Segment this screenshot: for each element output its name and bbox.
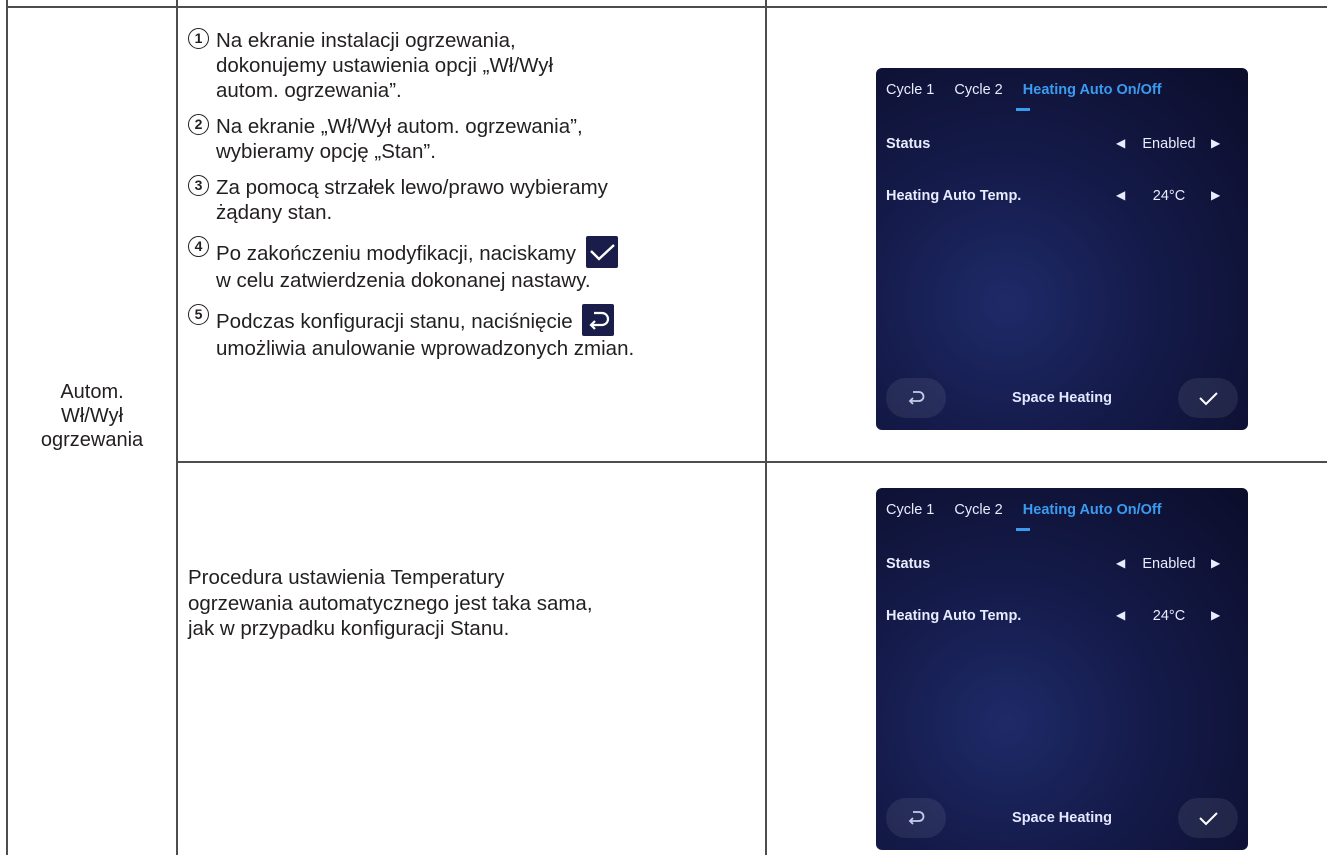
- table-divider-1: [176, 0, 178, 855]
- active-tab-indicator: [1016, 108, 1030, 111]
- status-row[interactable]: Status ◀ Enabled ▶: [886, 556, 1238, 576]
- screen-tabs: Cycle 1 Cycle 2 Heating Auto On/Off: [886, 82, 1178, 98]
- temp-value: 24°C: [1152, 188, 1186, 204]
- function-label: Autom. Wł/Wył ogrzewania: [40, 381, 144, 451]
- step-3: 3 Za pomocą strzałek lewo/prawo wybieram…: [188, 175, 768, 225]
- temp-row[interactable]: Heating Auto Temp. ◀ 24°C ▶: [886, 188, 1238, 208]
- status-value: Enabled: [1142, 136, 1196, 152]
- right-arrow-icon[interactable]: ▶: [1211, 136, 1220, 150]
- step-1: 1 Na ekranie instalacji ogrzewania, doko…: [188, 28, 768, 103]
- step-4: 4 Po zakończeniu modyfikacji, naciskamy …: [188, 236, 768, 293]
- left-arrow-icon[interactable]: ◀: [1116, 608, 1125, 622]
- step-number: 2: [188, 114, 209, 135]
- status-label: Status: [886, 136, 931, 152]
- left-arrow-icon[interactable]: ◀: [1116, 136, 1125, 150]
- temp-value: 24°C: [1152, 608, 1186, 624]
- temp-label: Heating Auto Temp.: [886, 188, 1022, 204]
- step-2: 2 Na ekranie „Wł/Wył autom. ogrzewania”,…: [188, 114, 768, 164]
- step-number: 1: [188, 28, 209, 49]
- tab-cycle-1[interactable]: Cycle 1: [886, 502, 934, 518]
- table-row-divider: [176, 461, 1327, 463]
- step-number: 3: [188, 175, 209, 196]
- steps-list: 1 Na ekranie instalacji ogrzewania, doko…: [188, 28, 768, 372]
- left-arrow-icon[interactable]: ◀: [1116, 188, 1125, 202]
- left-arrow-icon[interactable]: ◀: [1116, 556, 1125, 570]
- return-icon: [582, 304, 615, 336]
- status-value: Enabled: [1142, 556, 1196, 572]
- tab-heating-auto[interactable]: Heating Auto On/Off: [1023, 82, 1162, 98]
- temp-label: Heating Auto Temp.: [886, 608, 1022, 624]
- step-number: 4: [188, 236, 209, 257]
- device-screen-temperature: Cycle 1 Cycle 2 Heating Auto On/Off Stat…: [876, 488, 1248, 850]
- status-row[interactable]: Status ◀ Enabled ▶: [886, 136, 1238, 156]
- right-arrow-icon[interactable]: ▶: [1211, 188, 1220, 202]
- table-border-top: [6, 6, 1327, 8]
- step-number: 5: [188, 304, 209, 325]
- active-tab-indicator: [1016, 528, 1030, 531]
- temperature-note: Procedura ustawienia Temperatury ogrzewa…: [188, 566, 593, 640]
- status-label: Status: [886, 556, 931, 572]
- checkmark-icon: [1199, 812, 1218, 826]
- step-5: 5 Podczas konfiguracji stanu, naciśnięci…: [188, 304, 768, 361]
- checkmark-icon: [585, 236, 618, 268]
- tab-heating-auto[interactable]: Heating Auto On/Off: [1023, 502, 1162, 518]
- confirm-button[interactable]: [1178, 798, 1238, 838]
- temp-row[interactable]: Heating Auto Temp. ◀ 24°C ▶: [886, 608, 1238, 628]
- right-arrow-icon[interactable]: ▶: [1211, 556, 1220, 570]
- tab-cycle-2[interactable]: Cycle 2: [954, 82, 1002, 98]
- confirm-button[interactable]: [1178, 378, 1238, 418]
- screen-tabs: Cycle 1 Cycle 2 Heating Auto On/Off: [886, 502, 1178, 518]
- device-screen-status: Cycle 1 Cycle 2 Heating Auto On/Off Stat…: [876, 68, 1248, 430]
- tab-cycle-1[interactable]: Cycle 1: [886, 82, 934, 98]
- checkmark-icon: [1199, 392, 1218, 406]
- right-arrow-icon[interactable]: ▶: [1211, 608, 1220, 622]
- tab-cycle-2[interactable]: Cycle 2: [954, 502, 1002, 518]
